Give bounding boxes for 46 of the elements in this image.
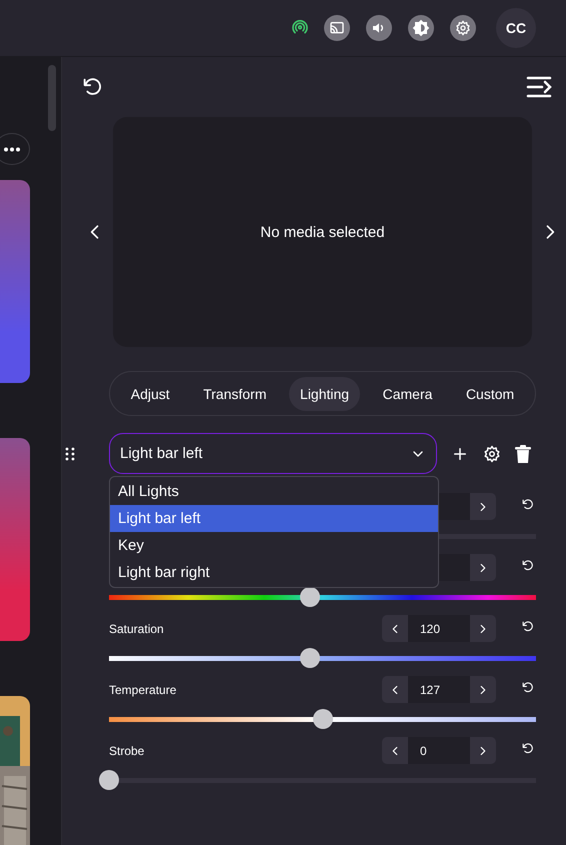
light-select[interactable]: Light bar left [109, 433, 437, 474]
slider-thumb[interactable] [312, 709, 332, 729]
stepper-value[interactable]: 127 [420, 682, 440, 696]
slider-thumb[interactable] [300, 587, 320, 607]
number-stepper[interactable]: 120 [382, 615, 496, 642]
user-avatar[interactable]: CC [496, 8, 536, 48]
more-button[interactable] [0, 133, 30, 165]
cast-button[interactable] [324, 15, 350, 41]
reset-icon[interactable] [521, 742, 534, 754]
settings-icon[interactable] [483, 444, 501, 462]
menu-button[interactable] [526, 75, 552, 99]
media-preview: No media selected [113, 117, 532, 347]
dropdown-option[interactable]: All Lights [110, 478, 438, 505]
control-label: Temperature [109, 682, 178, 696]
menu-icon [526, 75, 552, 99]
reset-icon[interactable] [521, 620, 534, 632]
scrollbar[interactable] [48, 65, 56, 131]
drag-handle-icon[interactable] [65, 447, 75, 461]
reset-icon[interactable] [521, 680, 534, 694]
cast-icon [329, 20, 345, 36]
control-label: Saturation [109, 622, 165, 636]
tab[interactable]: Custom [454, 376, 526, 410]
slider-thumb[interactable] [99, 770, 119, 790]
stepper-value[interactable]: 0 [420, 744, 427, 758]
number-stepper[interactable]: 127 [382, 676, 496, 703]
tab[interactable]: Transform [192, 376, 278, 410]
stepper-value[interactable]: 120 [420, 622, 440, 636]
more-icon [3, 146, 21, 152]
tab[interactable]: Adjust [120, 376, 181, 410]
tab[interactable]: Camera [372, 376, 444, 410]
settings-icon [455, 20, 471, 36]
tab[interactable]: Lighting [289, 376, 360, 410]
slider-thumb[interactable] [300, 648, 320, 668]
dropdown-option[interactable]: Light bar right [110, 559, 438, 586]
control-label: Strobe [109, 744, 146, 758]
dropdown-option[interactable]: Key [110, 532, 438, 559]
reset-icon[interactable] [521, 498, 534, 510]
volume-button[interactable] [366, 15, 392, 41]
settings-button[interactable] [450, 15, 476, 41]
brightness-icon [412, 19, 430, 37]
number-stepper[interactable]: 0 [382, 737, 496, 764]
dropdown-option[interactable]: Light bar left [110, 505, 438, 532]
delete-icon[interactable] [515, 444, 531, 462]
brightness-button[interactable] [408, 15, 434, 41]
reset-icon[interactable] [521, 558, 534, 572]
undo-icon [81, 76, 103, 98]
